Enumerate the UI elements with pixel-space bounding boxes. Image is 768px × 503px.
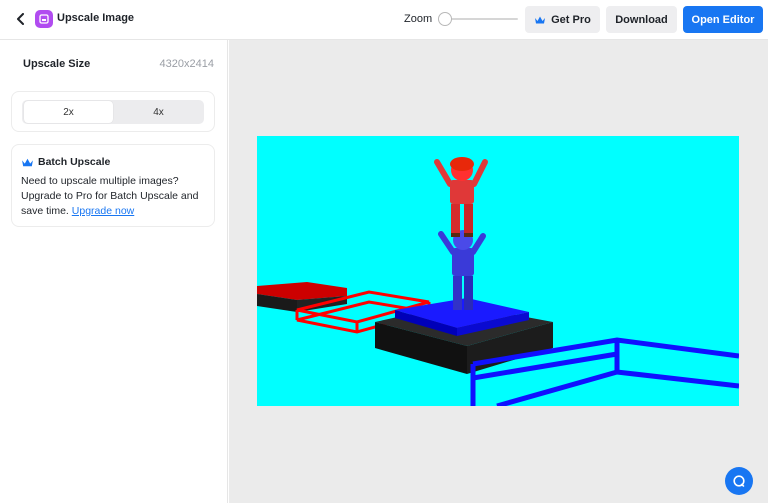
scale-selector-card: 2x 4x [11, 91, 215, 132]
upscale-size-label: Upscale Size [23, 58, 91, 70]
scale-option-4x[interactable]: 4x [114, 101, 203, 123]
download-button[interactable]: Download [606, 6, 677, 33]
chat-bubble-icon [733, 475, 745, 487]
scale-option-2x[interactable]: 2x [24, 101, 113, 123]
zoom-label: Zoom [404, 13, 433, 25]
crown-icon [535, 16, 546, 23]
preview-canvas [229, 40, 768, 503]
crown-icon [22, 158, 33, 166]
sidebar: Upscale Size 4320x2414 2x 4x Batch Upsca… [0, 40, 228, 503]
get-pro-button[interactable]: Get Pro [525, 6, 600, 33]
upscale-app-icon [35, 10, 53, 28]
back-button[interactable] [12, 10, 30, 28]
help-chat-button[interactable] [725, 467, 753, 495]
scene-illustration [257, 157, 739, 406]
upscale-size-value: 4320x2414 [159, 58, 214, 70]
batch-upscale-title: Batch Upscale [38, 156, 111, 168]
upgrade-now-link[interactable]: Upgrade now [72, 205, 134, 217]
get-pro-label: Get Pro [551, 13, 591, 26]
chevron-left-icon [17, 13, 24, 25]
open-editor-button[interactable]: Open Editor [683, 6, 763, 33]
page-title: Upscale Image [57, 12, 135, 24]
scale-segmented-control: 2x 4x [22, 100, 204, 124]
preview-image [257, 136, 739, 406]
batch-upscale-description: Need to upscale multiple images? Upgrade… [21, 174, 211, 219]
zoom-slider-handle[interactable] [438, 12, 452, 26]
top-bar: Upscale Image Zoom Get Pro Download Open… [0, 0, 768, 40]
batch-upscale-card: Batch Upscale Need to upscale multiple i… [11, 144, 215, 227]
